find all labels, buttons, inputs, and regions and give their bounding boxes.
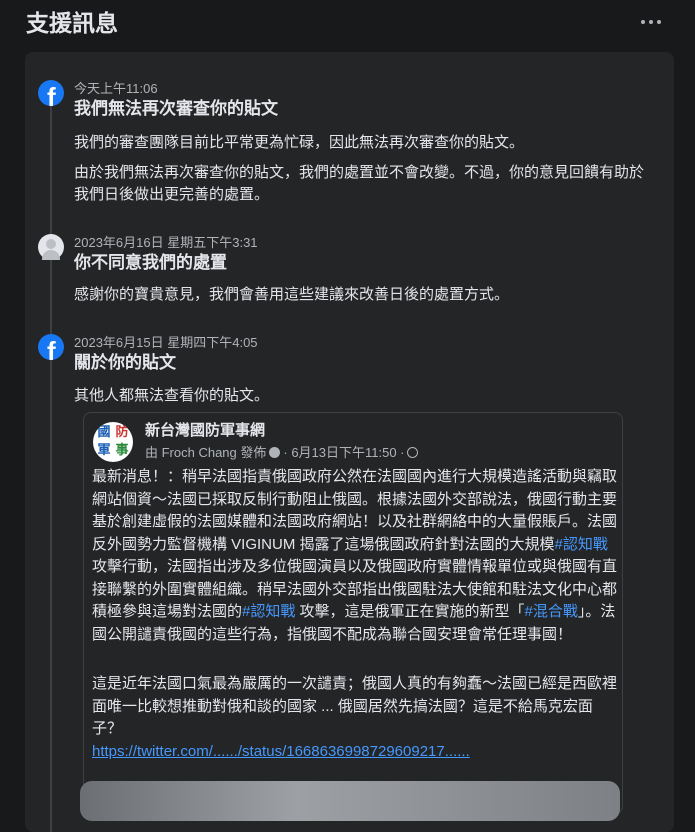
twitter-link[interactable]: https://twitter.com/....../status/166863… [92,741,617,764]
hashtag-link[interactable]: #混合戰 [525,603,578,620]
avatar-char: 防 [115,425,129,440]
message-text: 其他人都無法查看你的貼文。 [74,387,270,404]
facebook-icon: f [38,334,64,360]
message-title: 關於你的貼文 [74,353,176,372]
embedded-post[interactable]: 國 防 軍 事 新台灣國防軍事網 由 Froch Chang 發佈 · 6月13日… [80,412,623,821]
message-text: 我們的審查團隊目前比平常更為忙碌，因此無法再次審查你的貼文。 [74,134,525,151]
post-date[interactable]: · 6月13日下午11:50 · [283,445,404,460]
post-text-segment: 最新消息！：稍早法國指責俄國政府公然在法國國內進行大規模造謠活動與竊取網站個資～… [92,468,618,553]
message-title: 我們無法再次審查你的貼文 [74,99,278,118]
post-body-second: 這是近年法國口氣最為嚴厲的一次譴責；俄國人真的有夠蠢～法國已經是西歐裡面唯一比較… [92,675,618,737]
message-text: 感謝你的寶貴意見，我們會善用這些建議來改善日後的處置方式。 [74,286,510,303]
post-image[interactable] [80,781,620,821]
message-title: 你不同意我們的處置 [74,253,227,272]
hashtag-link[interactable]: #認知戰 [555,536,608,553]
post-body: 最新消息！：稍早法國指責俄國政府公然在法國國內進行大規模造謠活動與竊取網站個資～… [92,466,617,646]
hashtag-link[interactable]: #認知戰 [242,603,295,620]
message-text: 由於我們無法再次審查你的貼文，我們的處置並不會改變。不過，你的意見回饋有助於我們… [74,164,645,203]
avatar-char: 國 [97,425,111,440]
page-avatar[interactable]: 國 防 軍 事 [93,422,133,462]
page-title: 支援訊息 [26,10,118,36]
avatar-char: 事 [115,443,129,458]
post-byline: 由 Froch Chang 發佈 · 6月13日下午11:50 · [145,442,418,461]
more-options-icon[interactable] [641,12,661,32]
page-name-link[interactable]: 新台灣國防軍事網 [145,419,265,440]
globe-icon [406,447,418,458]
facebook-icon: f [38,80,64,106]
post-text-segment: 攻擊，這是俄軍正在實施的新型「 [295,603,525,620]
post-author[interactable]: 由 Froch Chang 發佈 [145,445,266,460]
avatar-char: 軍 [97,443,111,458]
timeline-line [50,102,52,832]
support-messages-panel: f 今天上午11:06 我們無法再次審查你的貼文 我們的審查團隊目前比平常更為忙… [25,52,674,832]
user-avatar-icon [38,234,64,260]
privacy-icon [269,447,281,458]
